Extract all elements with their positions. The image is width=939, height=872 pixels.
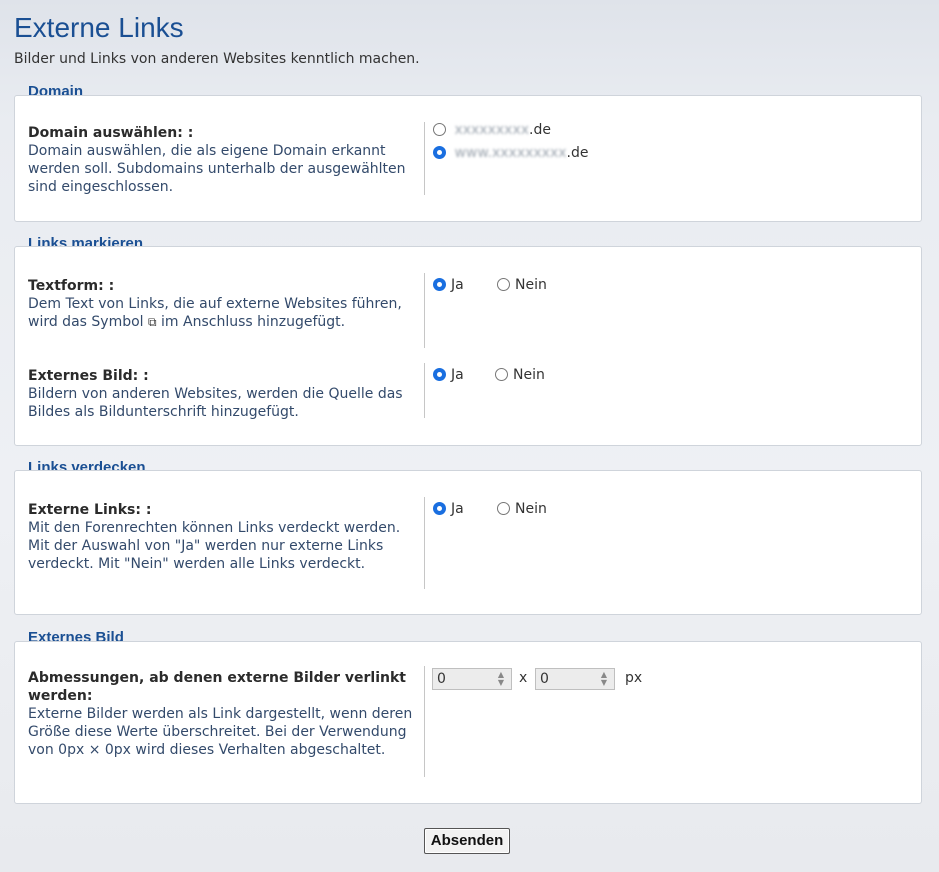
abmessungen-label: Abmessungen, ab denen externe Bilder ver… [28,670,406,704]
dimension-separator: x [519,670,528,686]
textform-no-label: Nein [515,277,547,293]
radio-externes-bild-yes[interactable] [433,368,446,381]
radio-externes-bild-no[interactable] [495,368,508,381]
externes-bild-yes-label: Ja [451,367,464,383]
submit-button[interactable]: Absenden [424,828,510,854]
divider [424,122,425,195]
textform-label: Textform: : [28,278,115,294]
panel-domain: Domain auswählen: : Domain auswählen, di… [14,95,922,222]
externes-bild-no[interactable]: Nein [495,367,545,383]
domain-label: Domain auswählen: : [28,125,194,141]
textform-label-block: Textform: : Dem Text von Links, die auf … [28,277,418,331]
externes-bild-yes[interactable]: Ja [433,367,464,383]
externes-bild-label: Externes Bild: : [28,368,149,384]
radio-textform-no[interactable] [497,278,510,291]
spinner-icon[interactable]: ▲ ▼ [597,671,611,687]
height-input-value: 0 [540,671,549,687]
panel-links-markieren: Textform: : Dem Text von Links, die auf … [14,246,922,446]
divider [424,666,425,777]
dimension-unit: px [625,670,643,686]
externe-links-description: Mit den Forenrechten können Links verdec… [28,520,401,572]
radio-externe-links-yes[interactable] [433,502,446,515]
domain-option-2[interactable]: www.xxxxxxxxx.de [433,145,589,161]
height-input[interactable]: 0 ▲ ▼ [535,668,615,690]
domain-option-1-suffix: .de [529,122,551,138]
abmessungen-description: Externe Bilder werden als Link dargestel… [28,706,413,758]
textform-yes-label: Ja [451,277,464,293]
radio-domain-1[interactable] [433,123,446,136]
panel-links-verdecken: Externe Links: : Mit den Forenrechten kö… [14,470,922,615]
divider [424,273,425,348]
panel-externes-bild: Abmessungen, ab denen externe Bilder ver… [14,641,922,804]
externes-bild-no-label: Nein [513,367,545,383]
externes-bild-description: Bildern von anderen Websites, werden die… [28,386,403,420]
divider [424,497,425,589]
externe-links-label: Externe Links: : [28,502,152,518]
externe-links-yes-label: Ja [451,501,464,517]
externe-links-no-label: Nein [515,501,547,517]
divider [424,363,425,418]
textform-yes[interactable]: Ja [433,277,464,293]
radio-textform-yes[interactable] [433,278,446,291]
domain-option-2-prefix: www.xxxxxxxxx [454,145,567,161]
externes-bild-label-block: Externes Bild: : Bildern von anderen Web… [28,367,418,421]
external-link-icon: ⧉ [148,315,157,329]
page-title: Externe Links [14,12,184,43]
domain-option-2-suffix: .de [566,145,589,161]
textform-description: Dem Text von Links, die auf externe Webs… [28,296,402,330]
width-input[interactable]: 0 ▲ ▼ [432,668,512,690]
abmessungen-label-block: Abmessungen, ab denen externe Bilder ver… [28,669,418,759]
spinner-icon[interactable]: ▲ ▼ [494,671,508,687]
radio-domain-2[interactable] [433,146,446,159]
domain-option-1-prefix: xxxxxxxxx [454,122,530,138]
textform-description-after: im Anschluss hinzugefügt. [161,314,346,330]
domain-description: Domain auswählen, die als eigene Domain … [28,143,406,195]
domain-option-1[interactable]: xxxxxxxxx.de [433,122,551,138]
externe-links-yes[interactable]: Ja [433,501,464,517]
externe-links-label-block: Externe Links: : Mit den Forenrechten kö… [28,501,418,573]
externe-links-no[interactable]: Nein [497,501,547,517]
textform-no[interactable]: Nein [497,277,547,293]
radio-externe-links-no[interactable] [497,502,510,515]
page-subtitle: Bilder und Links von anderen Websites ke… [14,51,420,67]
width-input-value: 0 [437,671,446,687]
domain-label-block: Domain auswählen: : Domain auswählen, di… [28,124,418,196]
